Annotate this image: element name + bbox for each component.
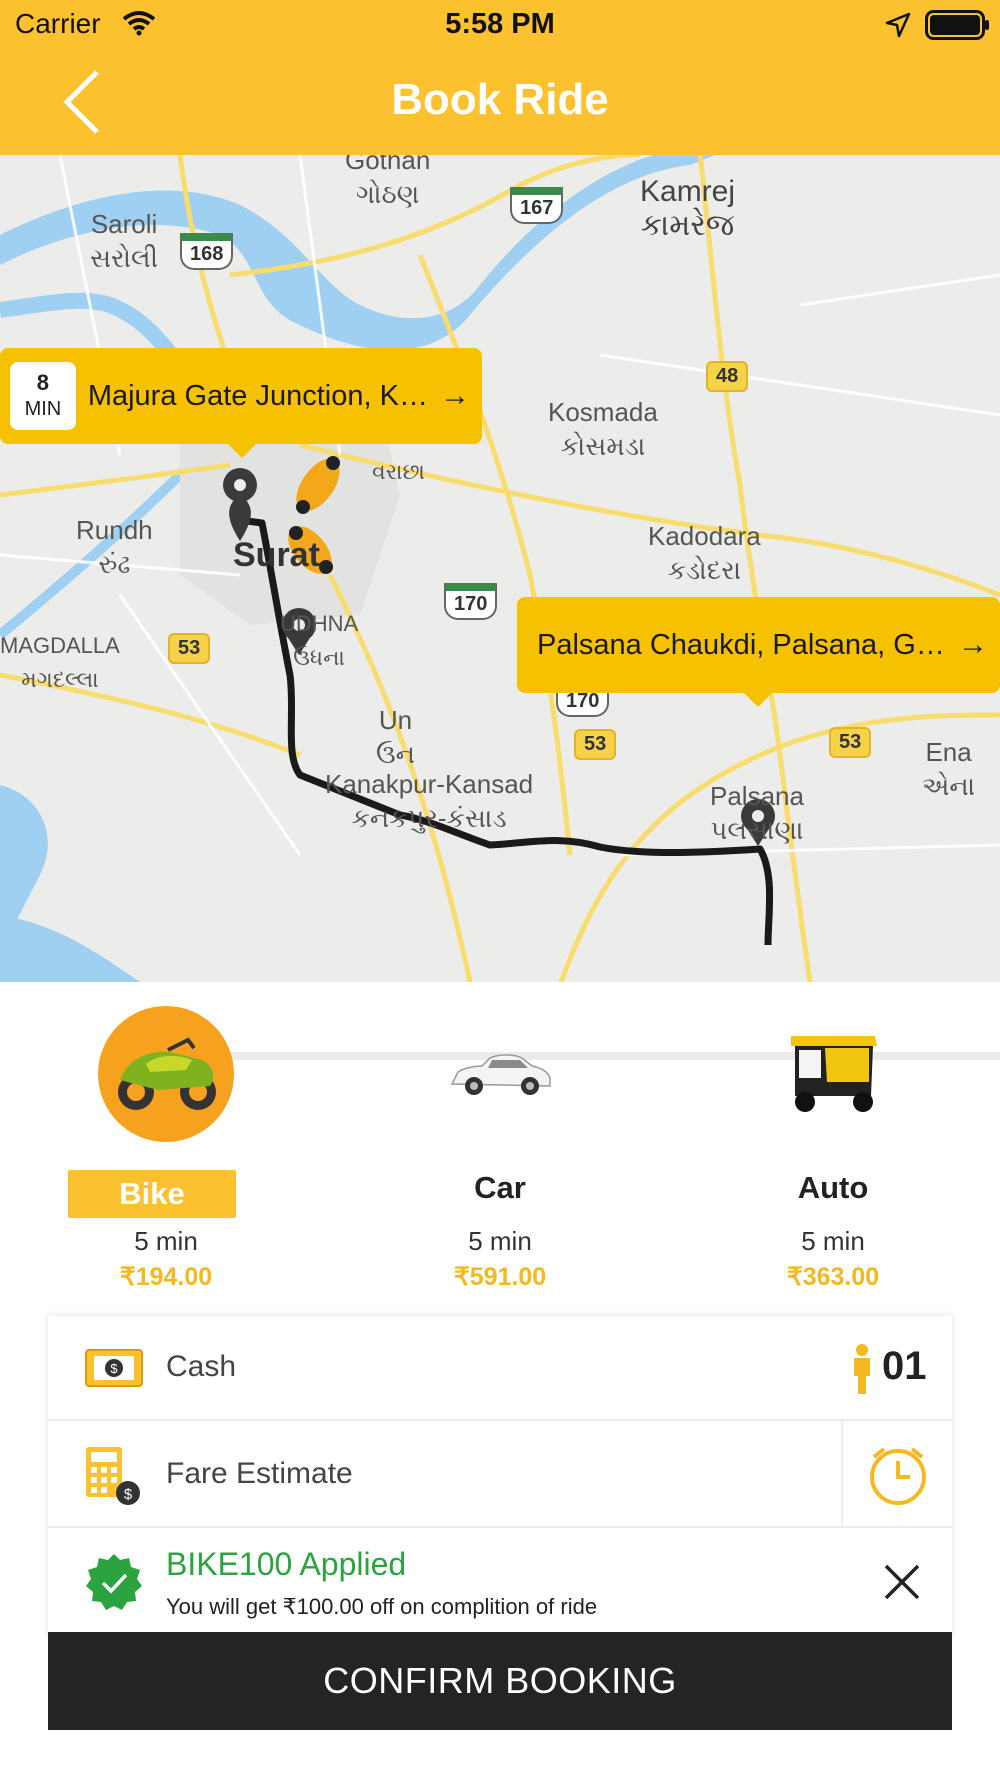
pickup-address: Majura Gate Junction, Ka... (87, 379, 428, 412)
route-map[interactable]: Gothan ગોઠણ Saroli સરોલી Kamrej કામરેજ Kosm… (0, 155, 1000, 982)
confirm-booking-button[interactable]: CONFIRM BOOKING (48, 1632, 952, 1730)
vehicle-option-auto[interactable]: Auto 5 min ₹363.00 (693, 982, 973, 1302)
vehicle-eta: 5 min (134, 1226, 198, 1256)
passenger-icon (854, 1344, 870, 1394)
top-bar: Carrier 5:58 PM Book Ride (0, 0, 1000, 155)
map-place-label: Rundh રુંઢ (76, 515, 153, 579)
highway-shield: 168 (180, 233, 234, 270)
page-title: Book Ride (391, 75, 609, 124)
vehicle-selector: Bike 5 min ₹194.00 Car 5 min ₹591.00 Aut… (0, 982, 1000, 1302)
map-place-label: Kadodara કડોદરા (648, 521, 761, 585)
promo-code-row: BIKE100 Applied You will get ₹100.00 off… (48, 1528, 952, 1636)
calculator-icon: $ (86, 1447, 140, 1505)
highway-shield: 53 (829, 727, 872, 758)
vehicle-option-car[interactable]: Car 5 min ₹591.00 (360, 982, 640, 1302)
highway-shield: 53 (574, 729, 617, 760)
divider (841, 1421, 843, 1528)
booking-options-card: $ Cash 01 $ Fare Estimate BIKE100 Applie… (48, 1316, 952, 1636)
map-city-label: Surat (233, 536, 320, 574)
map-place-label: Ena એના (922, 737, 976, 801)
map-place-label: વરાછા (372, 459, 425, 484)
pickup-callout[interactable]: 8 MIN Majura Gate Junction, Ka... → (0, 348, 482, 458)
fare-estimate-label: Fare Estimate (166, 1457, 353, 1490)
vehicle-name: Auto (797, 1170, 869, 1205)
map-place-label: Un ઉન (376, 705, 416, 769)
map-place-label: Palsana પલસાણા (710, 781, 804, 845)
promo-subtitle: You will get ₹100.00 off on complition o… (166, 1594, 598, 1619)
highway-shield: 167 (510, 187, 564, 224)
vehicle-eta: 5 min (468, 1226, 532, 1256)
location-arrow-icon (885, 12, 911, 38)
map-place-label: Gothan ગોઠણ (345, 155, 431, 209)
fare-estimate-row[interactable]: $ Fare Estimate (48, 1421, 952, 1528)
clock-icon[interactable] (866, 1443, 930, 1507)
arrow-right-icon: → (958, 628, 988, 661)
nav-bar: Book Ride (0, 50, 1000, 155)
status-time: 5:58 PM (445, 8, 555, 40)
map-place-label: Kanakpur-Kansad કનકપુર-કંસાડ (325, 769, 534, 833)
vehicle-name: Car (474, 1170, 526, 1205)
battery-icon (925, 10, 989, 40)
svg-text:$: $ (124, 1486, 133, 1503)
dropoff-callout[interactable]: Palsana Chaukdi, Palsana, Guj... → (517, 597, 1000, 707)
map-place-label: Kamrej કામરેજ (640, 175, 736, 242)
map-place-label: Saroli સરોલી (90, 209, 159, 273)
vehicle-name: Bike (68, 1170, 236, 1218)
payment-method-label: Cash (166, 1350, 237, 1383)
map-place-label: UDHNA ઉધના (280, 611, 359, 670)
map-place-label: Kosmada કોસમડા (548, 397, 658, 461)
payment-method-row[interactable]: $ Cash 01 (48, 1316, 952, 1421)
eta-badge: 8 MIN (10, 362, 76, 430)
vehicle-price: ₹591.00 (453, 1263, 547, 1291)
cash-icon: $ (85, 1349, 143, 1387)
highway-shield: 53 (168, 633, 211, 664)
highway-shield: 170 (444, 583, 498, 620)
passenger-count[interactable]: 01 (882, 1344, 927, 1389)
vehicle-price: ₹363.00 (786, 1263, 880, 1291)
highway-shield: 48 (706, 361, 749, 392)
map-place-label: MAGDALLA મગદલ્લા (0, 633, 120, 692)
check-badge-icon (86, 1554, 142, 1610)
bike-icon (98, 1006, 234, 1142)
auto-rickshaw-icon (765, 1006, 901, 1142)
promo-title: BIKE100 Applied (166, 1546, 407, 1582)
car-icon (432, 1006, 568, 1142)
remove-promo-close-icon[interactable] (880, 1560, 924, 1604)
arrow-right-icon: → (440, 379, 470, 412)
vehicle-option-bike[interactable]: Bike 5 min ₹194.00 (26, 982, 306, 1302)
vehicle-price: ₹194.00 (119, 1263, 213, 1291)
dropoff-address: Palsana Chaukdi, Palsana, Guj... (537, 628, 946, 661)
vehicle-eta: 5 min (801, 1226, 865, 1256)
status-bar: Carrier 5:58 PM (0, 0, 1000, 50)
svg-text:$: $ (110, 1361, 118, 1376)
